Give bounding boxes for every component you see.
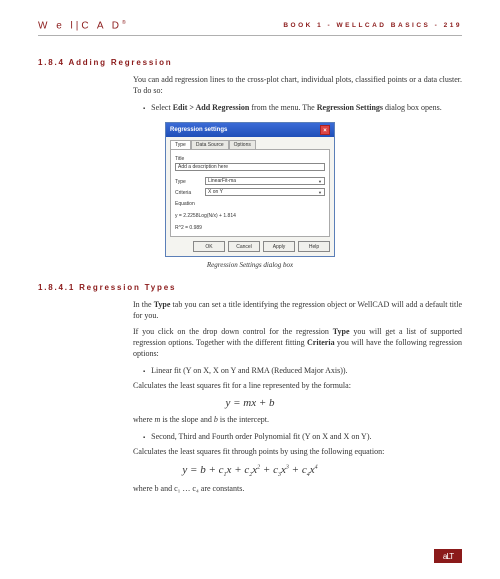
slope-intercept-text: where m is the slope and b is the interc… xyxy=(133,415,462,426)
formula-linear: y = mx + b xyxy=(38,397,462,409)
type-dropdown[interactable]: LinearFit-ma ▼ xyxy=(205,177,325,185)
tab-options[interactable]: Options xyxy=(229,140,256,149)
alt-logo-text: aLT xyxy=(443,552,453,561)
equation-label: Equation xyxy=(175,201,325,207)
types-paragraph-1: In the Type tab you can set a title iden… xyxy=(133,300,462,322)
title-input[interactable]: Add a description here xyxy=(175,163,325,171)
regression-settings-dialog: Regression settings × Type Data Source O… xyxy=(165,122,335,257)
logo-tm: ® xyxy=(122,20,126,26)
constants-text: where b and c₁ … c₄ are constants. xyxy=(133,484,462,495)
bullet-icon: ▪ xyxy=(143,369,145,375)
types-paragraph-2: If you click on the drop down control fo… xyxy=(133,327,462,359)
tab-data-source[interactable]: Data Source xyxy=(191,140,229,149)
bullet-select-edit: ▪Select Edit > Add Regression from the m… xyxy=(153,103,462,114)
cancel-button[interactable]: Cancel xyxy=(228,241,260,252)
help-button[interactable]: Help xyxy=(298,241,330,252)
bullet-icon: ▪ xyxy=(143,435,145,441)
figure-caption: Regression Settings dialog box xyxy=(38,261,462,269)
criteria-label: Criteria xyxy=(175,190,201,196)
page-header: W e l|C A D® BOOK 1 - WELLCAD BASICS - 2… xyxy=(38,20,462,36)
wellcad-logo: W e l|C A D® xyxy=(38,20,126,31)
ok-button[interactable]: OK xyxy=(193,241,225,252)
section-heading-adding-regression: 1.8.4 Adding Regression xyxy=(38,58,462,67)
title-label: Title xyxy=(175,156,325,162)
bullet-polynomial-fit: ▪Second, Third and Fourth order Polynomi… xyxy=(153,432,462,443)
apply-button[interactable]: Apply xyxy=(263,241,295,252)
dialog-button-row: OK Cancel Apply Help xyxy=(166,241,334,256)
logo-prefix: W e l xyxy=(38,20,76,31)
dialog-body: Title Add a description here Type Linear… xyxy=(170,149,330,237)
criteria-dropdown[interactable]: X on Y ▼ xyxy=(205,188,325,196)
close-icon[interactable]: × xyxy=(320,125,330,135)
least-squares-line-text: Calculates the least squares fit for a l… xyxy=(133,381,462,392)
least-squares-poly-text: Calculates the least squares fit through… xyxy=(133,447,462,458)
dialog-tab-strip: Type Data Source Options xyxy=(166,137,334,149)
logo-suffix: C A D xyxy=(81,20,122,31)
equation-line-1: y = 2.2258Log(N/x) + 1.814 xyxy=(175,213,325,220)
bullet-icon: ▪ xyxy=(143,106,145,112)
chevron-down-icon: ▼ xyxy=(318,190,322,195)
formula-polynomial: y = b + c1x + c2x2 + c3x3 + c4x4 xyxy=(38,464,462,478)
equation-line-2: R^2 = 0.989 xyxy=(175,225,325,232)
alt-logo: aLT xyxy=(434,549,462,563)
tab-type[interactable]: Type xyxy=(170,140,191,149)
section-heading-regression-types: 1.8.4.1 Regression Types xyxy=(38,283,462,292)
type-label: Type xyxy=(175,179,201,185)
regression-settings-figure: Regression settings × Type Data Source O… xyxy=(165,122,335,257)
bullet-linear-fit: ▪Linear fit (Y on X, X on Y and RMA (Red… xyxy=(153,366,462,377)
chevron-down-icon: ▼ xyxy=(318,179,322,184)
intro-paragraph: You can add regression lines to the cros… xyxy=(133,75,462,97)
breadcrumb: BOOK 1 - WELLCAD BASICS - 219 xyxy=(283,22,462,29)
dialog-titlebar: Regression settings × xyxy=(166,123,334,137)
dialog-title: Regression settings xyxy=(170,127,227,133)
